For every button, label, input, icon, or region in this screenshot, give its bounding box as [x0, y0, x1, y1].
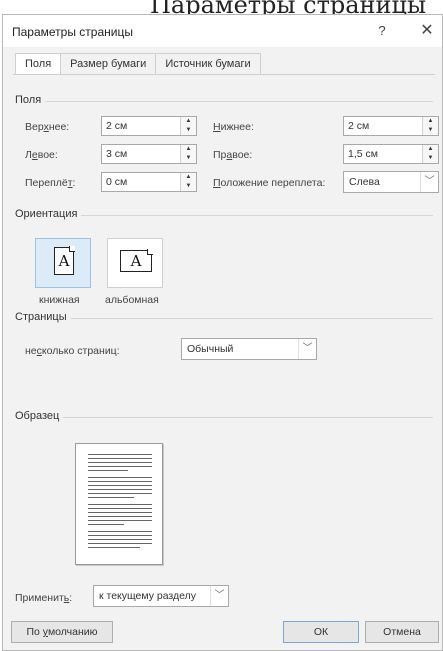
landscape-label: альбомная [105, 294, 159, 306]
top-margin-label: Верхнее: [25, 121, 70, 133]
background-heading: Параметры страницы [150, 0, 427, 14]
spin-down-icon[interactable]: ▼ [181, 182, 196, 191]
portrait-page-icon: A [54, 246, 75, 275]
spin-down-icon[interactable]: ▼ [181, 154, 196, 163]
gutter-spinner[interactable]: 0 см ▲ ▼ [101, 172, 197, 192]
spin-up-icon[interactable]: ▲ [181, 173, 196, 182]
bottom-margin-spinner[interactable]: 2 см ▲ ▼ [343, 116, 439, 136]
pages-group-line [15, 318, 433, 319]
landscape-page-icon: A [120, 249, 153, 272]
tab-margins[interactable]: Поля [15, 53, 62, 76]
right-margin-spinner[interactable]: 1,5 см ▲ ▼ [343, 144, 439, 164]
preview-page [75, 443, 163, 565]
margins-group-label: Поля [15, 94, 46, 106]
preview-group-label: Образец [15, 410, 64, 422]
left-margin-spinner[interactable]: 3 см ▲ ▼ [101, 144, 197, 164]
apply-to-label: Применить: [15, 592, 73, 604]
right-margin-label: Правое: [213, 149, 253, 161]
close-button[interactable]: ✕ [417, 21, 437, 41]
left-margin-label: Левое: [25, 149, 58, 161]
spin-up-icon[interactable]: ▲ [423, 145, 438, 154]
cancel-button[interactable]: Отмена [365, 621, 439, 643]
background-document: Параметры страницы [0, 0, 443, 14]
apply-to-value: к текущему разделу [99, 590, 197, 602]
ok-button[interactable]: ОК [283, 621, 359, 643]
portrait-button[interactable]: A [35, 238, 91, 288]
tab-paper-source[interactable]: Источник бумаги [155, 53, 261, 75]
preview-group-line [15, 417, 433, 418]
set-as-default-button[interactable]: По умолчанию [11, 621, 113, 643]
gutter-value: 0 см [106, 176, 128, 188]
multiple-pages-select[interactable]: Обычный ﹀ [181, 338, 317, 360]
margins-group-line [15, 101, 433, 102]
dialog-titlebar: Параметры страницы ? ✕ [3, 15, 442, 47]
spin-up-icon[interactable]: ▲ [423, 117, 438, 126]
apply-to-select[interactable]: к текущему разделу ﹀ [93, 585, 229, 607]
top-margin-spinner[interactable]: 2 см ▲ ▼ [101, 116, 197, 136]
gutter-position-value: Слева [349, 176, 380, 188]
tab-strip: Поля Размер бумаги Источник бумаги [15, 53, 261, 76]
spin-up-icon[interactable]: ▲ [181, 117, 196, 126]
spin-up-icon[interactable]: ▲ [181, 145, 196, 154]
multiple-pages-label: несколько страниц: [25, 345, 120, 357]
landscape-button[interactable]: A [107, 238, 163, 288]
tab-paper-size[interactable]: Размер бумаги [60, 53, 157, 75]
help-button[interactable]: ? [373, 22, 391, 40]
bottom-margin-value: 2 см [348, 120, 370, 132]
gutter-label: Переплёт: [25, 177, 76, 189]
multiple-pages-value: Обычный [187, 343, 234, 355]
bottom-margin-label: Нижнее: [213, 121, 254, 133]
top-margin-value: 2 см [106, 120, 128, 132]
chevron-down-icon: ﹀ [420, 172, 438, 192]
gutter-position-select[interactable]: Слева ﹀ [343, 171, 439, 193]
spin-down-icon[interactable]: ▼ [181, 126, 196, 135]
gutter-position-label: Положение переплета: [213, 177, 326, 189]
right-margin-value: 1,5 см [348, 148, 378, 160]
pages-group-label: Страницы [15, 311, 71, 323]
spin-down-icon[interactable]: ▼ [423, 154, 438, 163]
spin-down-icon[interactable]: ▼ [423, 126, 438, 135]
portrait-label: книжная [39, 294, 80, 306]
chevron-down-icon: ﹀ [210, 586, 228, 606]
orientation-group-label: Ориентация [15, 208, 82, 220]
page-setup-dialog: Параметры страницы ? ✕ Поля Размер бумаг… [2, 14, 443, 651]
left-margin-value: 3 см [106, 148, 128, 160]
dialog-title: Параметры страницы [12, 25, 133, 39]
chevron-down-icon: ﹀ [298, 339, 316, 359]
